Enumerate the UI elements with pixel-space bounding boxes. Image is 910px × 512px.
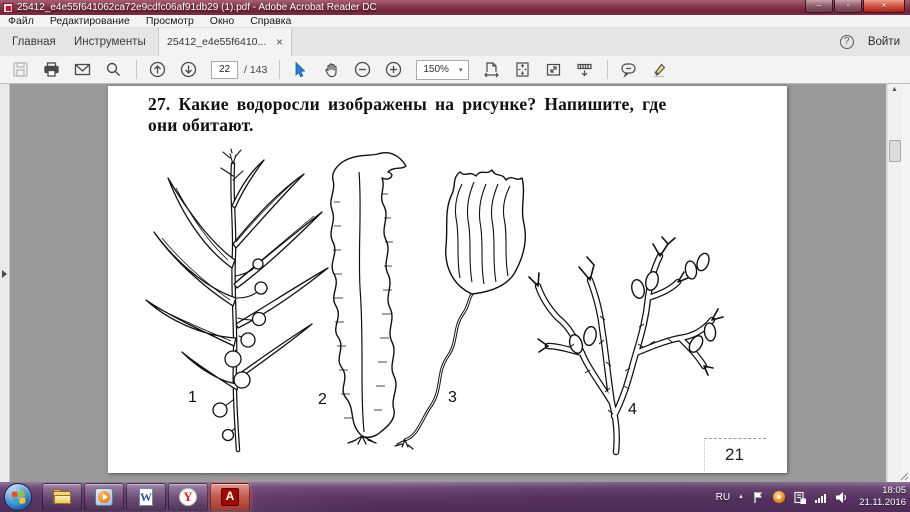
highlight-icon[interactable] — [651, 61, 668, 78]
action-center-flag-icon[interactable] — [752, 491, 765, 504]
scrollbar-gutter: ▲ — [886, 84, 910, 482]
question-line-2: они обитают. — [148, 115, 254, 135]
vertical-scrollbar[interactable]: ▲ — [887, 84, 902, 482]
media-player-icon — [94, 487, 114, 507]
word-document-icon: W — [139, 488, 153, 506]
volume-speaker-icon[interactable] — [835, 491, 848, 504]
taskbar-acrobat-button[interactable]: A — [210, 483, 250, 511]
toolbar-separator — [607, 60, 609, 79]
select-tool-icon[interactable] — [292, 61, 309, 78]
system-tray: RU ▲ — [716, 482, 848, 512]
acrobat-reader-window: 25412_e4e55f641062ca72e9cdfc06af91db29 (… — [0, 0, 910, 512]
help-icon[interactable]: ? — [839, 35, 854, 49]
menu-window[interactable]: Окно — [210, 15, 234, 28]
algae-3-stalked: 3 — [394, 169, 526, 450]
figure-label-3: 3 — [448, 389, 457, 406]
hand-tool-icon[interactable] — [323, 61, 340, 78]
fullscreen-icon[interactable] — [545, 61, 562, 78]
language-indicator[interactable]: RU — [716, 492, 730, 503]
taskbar-explorer-button[interactable] — [42, 483, 82, 511]
menu-view[interactable]: Просмотр — [146, 15, 194, 28]
algae-1-sargassum: 1 — [145, 148, 329, 453]
menu-help[interactable]: Справка — [250, 15, 291, 28]
tab-close-icon[interactable]: × — [276, 36, 283, 48]
antivirus-tray-icon[interactable] — [773, 491, 785, 503]
zoom-in-icon[interactable] — [385, 61, 402, 78]
toolbar-separator — [279, 60, 281, 79]
explorer-folder-icon — [52, 487, 72, 507]
chevron-down-icon: ▾ — [458, 66, 463, 74]
toolbar: / 143 150% ▾ — [0, 56, 910, 84]
minimize-button[interactable]: – — [805, 0, 833, 13]
nav-pane-expand-icon[interactable] — [2, 270, 7, 278]
document-area: 27. Какие водоросли изображены на рисунк… — [0, 84, 910, 482]
fit-width-icon[interactable] — [483, 61, 500, 78]
clock-time: 18:05 — [882, 485, 906, 496]
algae-4-fucus: 4 — [528, 236, 724, 456]
maximize-button[interactable]: ▫ — [834, 0, 862, 13]
next-page-icon[interactable] — [180, 61, 197, 78]
clock-date: 21.11.2016 — [859, 497, 906, 508]
algae-2-laminaria: 2 — [318, 152, 407, 445]
page-total-label: / 143 — [244, 63, 268, 76]
question-text: 27. Какие водоросли изображены на рисунк… — [148, 94, 796, 136]
fit-page-icon[interactable] — [514, 61, 531, 78]
comment-icon[interactable] — [620, 61, 637, 78]
taskbar: W Y A RU ▲ 18:05 21.11.2016 — [0, 482, 910, 512]
taskbar-word-button[interactable]: W — [126, 483, 166, 511]
zoom-level-value: 150% — [423, 64, 449, 75]
title-bar[interactable]: 25412_e4e55f641062ca72e9cdfc06af91db29 (… — [0, 0, 910, 15]
pdf-page: 27. Какие водоросли изображены на рисунк… — [108, 86, 787, 473]
acrobat-app-icon — [3, 2, 13, 13]
search-icon[interactable] — [105, 61, 122, 78]
previous-page-icon[interactable] — [149, 61, 166, 78]
figure-label-4: 4 — [628, 401, 637, 418]
navigation-pane-strip[interactable] — [0, 84, 10, 482]
email-icon[interactable] — [74, 61, 91, 78]
scrolling-mode-icon[interactable] — [576, 61, 593, 78]
tray-expand-icon[interactable]: ▲ — [738, 494, 744, 500]
algae-figure: 1 2 3 4 — [145, 148, 724, 456]
pdf-page-number: 21 — [704, 438, 766, 471]
page-number-input[interactable] — [211, 60, 238, 79]
tab-bar: Главная Инструменты 25412_e4e55f6410... … — [0, 28, 910, 56]
sign-in-link[interactable]: Войти — [868, 36, 900, 48]
tab-home[interactable]: Главная — [0, 28, 68, 56]
tab-document-label: 25412_e4e55f6410... — [167, 36, 267, 48]
clipboard-tray-icon[interactable] — [793, 491, 806, 504]
tab-document[interactable]: 25412_e4e55f6410... × — [158, 28, 292, 56]
menu-bar: Файл Редактирование Просмотр Окно Справк… — [0, 15, 910, 28]
taskbar-clock[interactable]: 18:05 21.11.2016 — [850, 485, 906, 509]
window-title: 25412_e4e55f641062ca72e9cdfc06af91db29 (… — [17, 2, 377, 13]
save-icon[interactable] — [12, 61, 29, 78]
resize-grip-icon[interactable] — [899, 471, 909, 481]
question-line-1: 27. Какие водоросли изображены на рисунк… — [148, 94, 667, 114]
windows-logo-icon — [11, 490, 26, 505]
tab-tools[interactable]: Инструменты — [62, 28, 158, 56]
network-signal-icon[interactable] — [814, 491, 827, 504]
taskbar-yandex-button[interactable]: Y — [168, 483, 208, 511]
figure-label-2: 2 — [318, 391, 327, 408]
menu-edit[interactable]: Редактирование — [50, 15, 130, 28]
toolbar-separator — [136, 60, 137, 79]
scrollbar-thumb[interactable] — [889, 140, 901, 162]
zoom-level-select[interactable]: 150% ▾ — [416, 59, 470, 80]
scroll-up-icon[interactable]: ▲ — [891, 86, 898, 93]
zoom-out-icon[interactable] — [354, 61, 371, 78]
print-icon[interactable] — [43, 61, 60, 78]
close-button[interactable]: × — [863, 0, 905, 13]
start-button[interactable] — [4, 483, 32, 511]
taskbar-media-player-button[interactable] — [84, 483, 124, 511]
figure-label-1: 1 — [188, 389, 197, 406]
menu-file[interactable]: Файл — [8, 15, 34, 28]
yandex-browser-icon: Y — [178, 487, 198, 507]
acrobat-reader-icon: A — [220, 487, 240, 507]
